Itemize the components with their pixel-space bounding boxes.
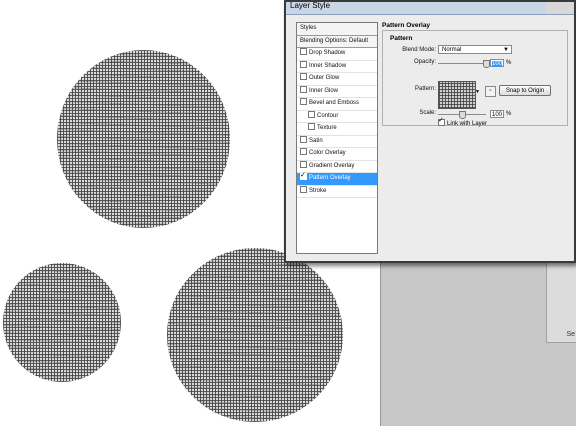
style-item-stroke[interactable]: Stroke — [297, 185, 377, 198]
scale-value: 100 — [491, 112, 502, 118]
new-preset-icon[interactable]: ▫ — [485, 86, 496, 97]
styles-list: Styles Blending Options: Default Drop Sh… — [296, 22, 378, 254]
opacity-label: Opacity: — [413, 59, 436, 65]
opacity-value: 100 — [491, 61, 502, 67]
snap-to-origin-button[interactable]: Snap to Origin — [499, 85, 551, 96]
style-item-drop-shadow[interactable]: Drop Shadow — [297, 48, 377, 61]
pattern-circle-large-bottom — [167, 248, 343, 422]
link-with-layer-label: Link with Layer — [447, 121, 488, 127]
style-item-label: Pattern Overlay — [309, 175, 351, 181]
style-item-texture[interactable]: Texture — [297, 123, 377, 136]
checkbox-icon[interactable] — [300, 73, 307, 80]
pattern-circle-large-top — [57, 50, 230, 228]
checkbox-icon[interactable] — [300, 170, 307, 182]
style-item-label: Drop Shadow — [309, 50, 346, 56]
checkbox-icon[interactable] — [300, 60, 307, 68]
style-item-inner-glow[interactable]: Inner Glow — [297, 85, 377, 98]
pattern-label: Pattern: — [414, 86, 436, 92]
style-item-gradient-overlay[interactable]: Gradient Overlay — [297, 160, 377, 173]
titlebar-controls[interactable] — [546, 2, 574, 14]
checkbox-icon[interactable] — [300, 148, 307, 155]
link-with-layer-checkbox[interactable]: Link with Layer — [438, 116, 488, 127]
style-item-bevel-and-emboss[interactable]: Bevel and Emboss — [297, 98, 377, 111]
scale-label: Scale: — [419, 110, 436, 116]
chevron-down-icon: ▼ — [503, 47, 509, 53]
checkbox-icon[interactable] — [300, 135, 307, 143]
style-item-label: Contour — [317, 112, 339, 119]
pattern-swatch[interactable] — [438, 81, 476, 109]
dialog-title: Layer Style — [290, 1, 331, 10]
style-item-label: Color Overlay — [309, 150, 346, 156]
scale-input[interactable]: 100 — [490, 110, 504, 118]
style-item-label: Texture — [317, 125, 337, 131]
style-item-satin[interactable]: Satin — [297, 135, 377, 148]
style-item-contour[interactable]: Contour — [297, 110, 377, 123]
checkbox-icon[interactable] — [300, 48, 307, 55]
dialog-titlebar[interactable]: Layer Style — [286, 1, 574, 15]
opacity-slider-handle[interactable] — [483, 60, 490, 68]
layer-style-dialog: Layer Style Styles Blending Options: Def… — [284, 0, 576, 263]
style-item-label: Inner Shadow — [309, 62, 347, 69]
checkbox-icon[interactable] — [300, 160, 307, 168]
style-item-inner-shadow[interactable]: Inner Shadow — [297, 60, 377, 73]
checkbox-icon[interactable] — [308, 110, 315, 118]
pattern-overlay-title: Pattern Overlay — [382, 22, 431, 29]
blending-options-item[interactable]: Blending Options: Default — [297, 35, 377, 48]
style-item-outer-glow[interactable]: Outer Glow — [297, 73, 377, 86]
pattern-dropdown-icon[interactable]: ▼ — [475, 89, 480, 95]
styles-header[interactable]: Styles — [297, 23, 377, 36]
style-item-label: Bevel and Emboss — [309, 100, 360, 106]
blend-mode-select[interactable]: Normal ▼ — [438, 45, 512, 54]
style-item-color-overlay[interactable]: Color Overlay — [297, 148, 377, 161]
checkbox-icon[interactable] — [300, 85, 307, 93]
checkbox-icon[interactable] — [300, 98, 307, 105]
style-item-label: Outer Glow — [309, 75, 340, 81]
style-item-label: Inner Glow — [309, 87, 339, 94]
blend-mode-value: Normal — [442, 47, 462, 53]
background-panel-text: Se — [566, 331, 575, 338]
checkbox-icon[interactable] — [438, 116, 445, 126]
scale-slider-handle[interactable] — [459, 111, 466, 119]
pattern-overlay-group: Pattern Overlay Pattern Blend Mode: Norm… — [382, 22, 568, 127]
opacity-percent: % — [506, 60, 512, 66]
checkbox-icon[interactable] — [308, 123, 315, 130]
opacity-slider[interactable] — [438, 63, 486, 64]
pattern-circle-small-left — [3, 263, 121, 382]
style-item-label: Stroke — [309, 187, 327, 194]
background-panel: Se — [546, 262, 576, 343]
opacity-input[interactable]: 100 — [490, 59, 504, 67]
style-item-label: Satin — [309, 137, 323, 144]
style-item-pattern-overlay[interactable]: Pattern Overlay — [297, 170, 377, 186]
checkbox-icon[interactable] — [300, 185, 307, 193]
blend-mode-label: Blend Mode: — [402, 47, 436, 53]
pattern-subtitle: Pattern — [390, 35, 413, 42]
scale-percent: % — [506, 111, 512, 117]
style-item-label: Gradient Overlay — [309, 162, 355, 169]
